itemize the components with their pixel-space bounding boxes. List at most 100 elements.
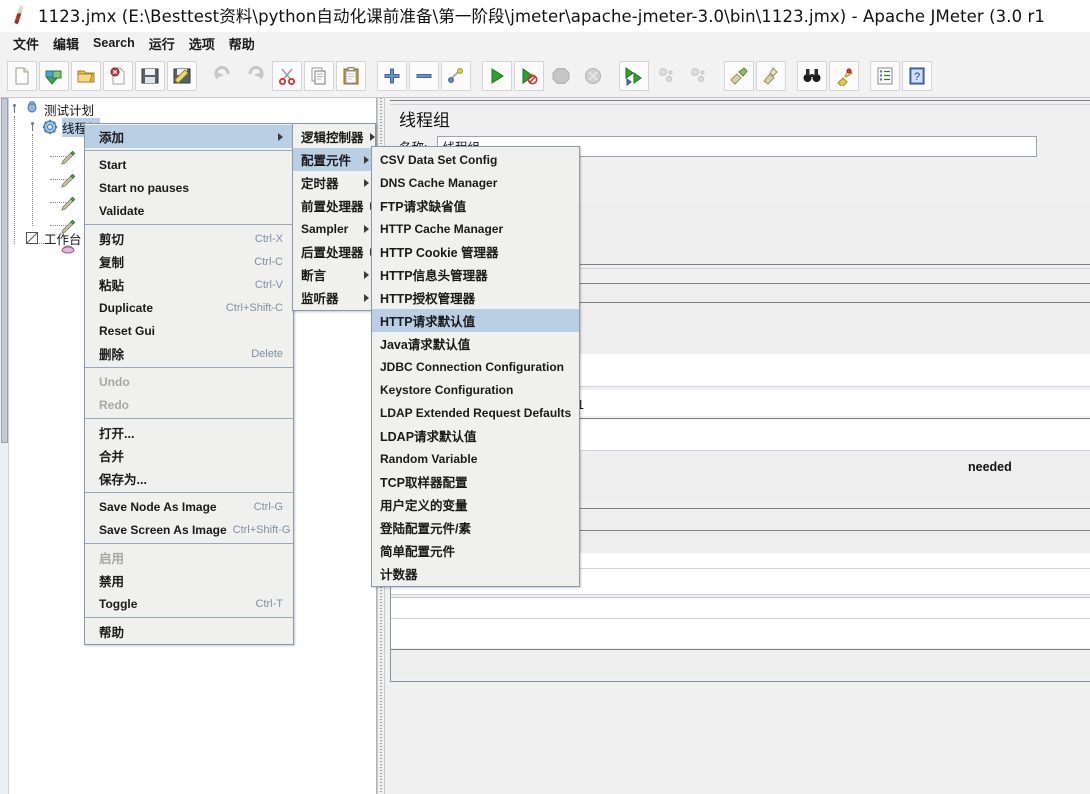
cfg-java-request-defaults[interactable]: Java请求默认值	[372, 332, 579, 355]
cfg-login-config-element[interactable]: 登陆配置元件/素	[372, 516, 579, 539]
ctx-help[interactable]: 帮助	[85, 620, 293, 643]
menubar-run[interactable]: 运行	[142, 32, 182, 55]
collapse-all-minus-icon[interactable]	[409, 60, 439, 91]
ctx-start[interactable]: Start	[85, 153, 293, 176]
menubar-edit[interactable]: 编辑	[46, 32, 86, 55]
save-as-icon[interactable]	[167, 60, 197, 91]
add-timer[interactable]: 定时器	[293, 171, 375, 194]
cfg-csv-data-set-config[interactable]: CSV Data Set Config	[372, 148, 579, 171]
ctx-save-node-as-image-label: Save Node As Image	[99, 499, 217, 514]
cfg-keystore-configuration[interactable]: Keystore Configuration	[372, 378, 579, 401]
ctx-cut[interactable]: 剪切 Ctrl-X	[85, 227, 293, 250]
ctx-paste-label: 粘贴	[99, 279, 125, 293]
add-submenu[interactable]: 逻辑控制器 配置元件 定时器 前置处理器 Sampler 后置处理器 断言 监听…	[292, 123, 376, 311]
add-sampler-label: Sampler	[301, 221, 349, 236]
cfg-dns-cache-manager[interactable]: DNS Cache Manager	[372, 171, 579, 194]
cfg-ldap-request-defaults-label: LDAP请求默认值	[380, 430, 477, 444]
paste-clipboard-icon[interactable]	[336, 60, 366, 91]
toolbar: ?	[0, 54, 1090, 98]
ctx-save-node-as-image[interactable]: Save Node As Image Ctrl-G	[85, 495, 293, 518]
menubar-help[interactable]: 帮助	[222, 32, 262, 55]
ctx-paste[interactable]: 粘贴 Ctrl-V	[85, 273, 293, 296]
config-element-submenu[interactable]: CSV Data Set Config DNS Cache Manager FT…	[371, 146, 580, 587]
start-play-icon[interactable]	[482, 60, 512, 91]
open-folder-icon[interactable]	[71, 60, 101, 91]
chevron-right-icon	[278, 132, 283, 141]
menu-separator	[85, 543, 293, 544]
reset-search-icon[interactable]	[829, 60, 859, 91]
toggle-enable-icon[interactable]	[441, 60, 471, 91]
tree-context-menu[interactable]: 添加 Start Start no pauses Validate 剪切 Ctr…	[84, 123, 294, 645]
cfg-ldap-extended-request-defaults[interactable]: LDAP Extended Request Defaults	[372, 401, 579, 424]
ctx-undo-label: Undo	[99, 374, 130, 389]
cfg-http-cookie-manager[interactable]: HTTP Cookie 管理器	[372, 240, 579, 263]
cfg-http-header-manager[interactable]: HTTP信息头管理器	[372, 263, 579, 286]
tree-node-sampler-2[interactable]	[60, 171, 76, 191]
save-icon[interactable]	[135, 60, 165, 91]
add-logic-controller[interactable]: 逻辑控制器	[293, 125, 375, 148]
ctx-duplicate-label: Duplicate	[99, 300, 154, 315]
tree-vertical-scrollbar[interactable]	[0, 98, 9, 794]
remote-start-all-icon[interactable]	[619, 60, 649, 91]
copy-icon[interactable]	[304, 60, 334, 91]
clear-icon[interactable]	[724, 60, 754, 91]
expand-all-plus-icon[interactable]	[377, 60, 407, 91]
search-binoculars-icon[interactable]	[797, 60, 827, 91]
ctx-start-no-pauses[interactable]: Start no pauses	[85, 176, 293, 199]
tree-scrollbar-thumb[interactable]	[1, 98, 8, 443]
add-listener[interactable]: 监听器	[293, 286, 375, 309]
tree-node-workbench[interactable]: 工作台	[24, 228, 82, 248]
ctx-save-as[interactable]: 保存为...	[85, 467, 293, 490]
cfg-counter[interactable]: 计数器	[372, 562, 579, 585]
add-pre-processor[interactable]: 前置处理器	[293, 194, 375, 217]
add-sampler[interactable]: Sampler	[293, 217, 375, 240]
ctx-delete[interactable]: 删除 Delete	[85, 342, 293, 365]
chevron-right-icon	[364, 155, 369, 164]
menubar-search[interactable]: Search	[86, 34, 142, 52]
ctx-validate[interactable]: Validate	[85, 199, 293, 222]
ctx-start-no-pauses-label: Start no pauses	[99, 180, 190, 195]
clear-all-icon[interactable]	[756, 60, 786, 91]
cut-scissors-icon[interactable]	[272, 60, 302, 91]
cfg-tcp-sampler-config[interactable]: TCP取样器配置	[372, 470, 579, 493]
add-config-element[interactable]: 配置元件	[293, 148, 375, 171]
ctx-copy-label: 复制	[99, 256, 125, 270]
add-assertion[interactable]: 断言	[293, 263, 375, 286]
tree-node-sampler-1[interactable]	[60, 148, 76, 168]
new-from-template-icon[interactable]	[39, 60, 69, 91]
cfg-ldap-request-defaults[interactable]: LDAP请求默认值	[372, 424, 579, 447]
ctx-copy[interactable]: 复制 Ctrl-C	[85, 250, 293, 273]
tree-node-test-plan[interactable]: 测试计划	[24, 99, 94, 119]
ctx-merge[interactable]: 合并	[85, 444, 293, 467]
ctx-duplicate[interactable]: Duplicate Ctrl+Shift-C	[85, 296, 293, 319]
new-document-icon[interactable]	[7, 60, 37, 91]
ctx-disable[interactable]: 禁用	[85, 569, 293, 592]
cfg-http-request-defaults[interactable]: HTTP请求默认值	[372, 309, 579, 332]
cfg-http-cache-manager[interactable]: HTTP Cache Manager	[372, 217, 579, 240]
cfg-user-defined-variables[interactable]: 用户定义的变量	[372, 493, 579, 516]
ctx-start-label: Start	[99, 157, 127, 172]
tree-expand-handle-thread-group[interactable]	[28, 122, 37, 131]
cfg-http-authorization-manager[interactable]: HTTP授权管理器	[372, 286, 579, 309]
ctx-reset-gui[interactable]: Reset Gui	[85, 319, 293, 342]
cfg-ftp-request-defaults[interactable]: FTP请求缺省值	[372, 194, 579, 217]
ctx-open[interactable]: 打开...	[85, 421, 293, 444]
function-helper-icon[interactable]	[870, 60, 900, 91]
ctx-save-screen-as-image[interactable]: Save Screen As Image Ctrl+Shift-G	[85, 518, 293, 541]
start-no-pauses-icon[interactable]	[514, 60, 544, 91]
ctx-copy-accel: Ctrl-C	[254, 255, 283, 268]
help-icon[interactable]: ?	[902, 60, 932, 91]
cfg-dns-cache-manager-label: DNS Cache Manager	[380, 175, 498, 190]
add-post-processor[interactable]: 后置处理器	[293, 240, 375, 263]
menubar-file[interactable]: 文件	[6, 32, 46, 55]
ctx-add[interactable]: 添加	[85, 125, 293, 148]
cfg-simple-config-element[interactable]: 简单配置元件	[372, 539, 579, 562]
cfg-random-variable[interactable]: Random Variable	[372, 447, 579, 470]
ctx-disable-label: 禁用	[99, 575, 125, 589]
tree-node-sampler-3[interactable]	[60, 194, 76, 214]
ctx-toggle[interactable]: Toggle Ctrl-T	[85, 592, 293, 615]
cfg-jdbc-connection-configuration[interactable]: JDBC Connection Configuration	[372, 355, 579, 378]
close-document-icon[interactable]	[103, 60, 133, 91]
menubar-options[interactable]: 选项	[182, 32, 222, 55]
tree-expand-handle-test-plan[interactable]	[10, 104, 19, 113]
